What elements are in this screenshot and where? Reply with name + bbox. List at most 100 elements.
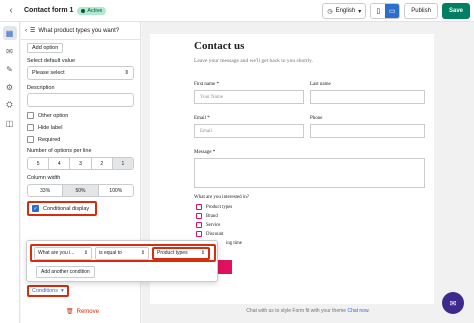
option-checkbox[interactable]: [196, 204, 202, 210]
message-label: Message *: [194, 150, 216, 155]
option-checkbox[interactable]: [196, 222, 202, 228]
chat-now-link[interactable]: Chat now.: [347, 308, 369, 314]
status-dot-icon: [81, 8, 86, 13]
brush-icon[interactable]: ✎: [3, 62, 17, 76]
remove-button[interactable]: 🗑 Remove: [66, 308, 99, 316]
options-per-line-group: 5 4 3 2 1: [27, 157, 134, 170]
status-badge: Active: [77, 6, 107, 15]
condition-row: What are you i... ⇕ is equal to ⇕ Produc…: [30, 244, 216, 262]
chevron-down-icon: ▾: [358, 8, 362, 15]
status-badge-label: Active: [87, 7, 103, 14]
hide-label-row[interactable]: Hide label: [27, 124, 134, 131]
other-option-checkbox[interactable]: [27, 112, 34, 119]
save-button[interactable]: Save: [441, 3, 470, 19]
app-icon[interactable]: ◫: [3, 116, 17, 130]
options-per-line-3[interactable]: 3: [70, 158, 92, 169]
options-per-line-5[interactable]: 5: [28, 158, 50, 169]
column-width-label: Column width: [27, 175, 61, 181]
publish-button[interactable]: Publish: [404, 3, 438, 19]
email-input[interactable]: Email: [194, 124, 304, 138]
column-width-100[interactable]: 100%: [99, 185, 133, 196]
partial-option-label: ing time: [226, 241, 242, 246]
last-name-label: Last name: [310, 82, 331, 87]
column-width-group: 33% 50% 100%: [27, 184, 134, 197]
conditions-dropdown[interactable]: Conditions ▾: [27, 285, 69, 297]
option-checkbox[interactable]: [196, 231, 202, 237]
interest-option-label: Service: [206, 222, 221, 228]
phone-label: Phone: [310, 116, 323, 121]
field-type-icon: ☰: [30, 28, 36, 34]
chevron-updown-icon: ⇕: [200, 250, 205, 256]
condition-field-text: What are you i...: [38, 250, 75, 256]
chevron-left-icon[interactable]: ‹: [25, 28, 27, 34]
mobile-view-icon[interactable]: ▯: [371, 4, 386, 18]
condition-field-select[interactable]: What are you i... ⇕: [34, 246, 92, 260]
description-label: Description: [27, 85, 55, 91]
device-toggle: ▯ ▭: [370, 3, 401, 19]
top-bar: ‹ Contact form 1 Active ◷ English ▾ ▯ ▭ …: [0, 0, 474, 22]
form-icon[interactable]: ▦: [2, 26, 17, 40]
gear-icon[interactable]: ⛭: [3, 98, 17, 112]
conditional-display-row[interactable]: ✓ Conditional display: [27, 201, 97, 216]
integration-icon[interactable]: ⚙: [3, 80, 17, 94]
default-value-select[interactable]: Please select ⇕: [27, 66, 134, 80]
chevron-left-icon[interactable]: ‹: [4, 4, 18, 18]
condition-value-select[interactable]: Product types ⇕: [152, 246, 210, 260]
inbox-icon[interactable]: ✉: [3, 44, 17, 58]
footer-note: Chat with us to style Form fit with your…: [142, 308, 474, 314]
required-row[interactable]: Required: [27, 136, 134, 143]
chat-bubble-icon[interactable]: ✉: [442, 292, 464, 314]
column-width-33[interactable]: 33%: [28, 185, 64, 196]
interest-option[interactable]: Product types: [196, 204, 232, 210]
default-value-label: Select default value: [27, 58, 76, 64]
hide-label-checkbox[interactable]: [27, 124, 34, 131]
interest-option-label: Product types: [206, 204, 233, 210]
preview-title: Contact us: [194, 40, 245, 52]
phone-input[interactable]: [310, 124, 425, 138]
description-input[interactable]: [27, 93, 134, 107]
last-name-input[interactable]: [310, 90, 425, 104]
column-width-50[interactable]: 50%: [63, 185, 99, 196]
desktop-view-icon[interactable]: ▭: [385, 4, 400, 18]
condition-operator-text: is equal to: [99, 250, 122, 256]
add-option-button[interactable]: Add option: [27, 43, 64, 53]
other-option-label: Other option: [38, 112, 69, 119]
other-option-row[interactable]: Other option: [27, 112, 134, 119]
chevron-down-icon: ▾: [61, 288, 64, 294]
interest-option-label: Discount: [206, 231, 224, 237]
form-title: Contact form 1: [24, 7, 74, 14]
panel-header: ‹ ☰ What product types you want?: [21, 22, 140, 40]
conditional-display-checkbox[interactable]: ✓: [32, 205, 39, 212]
left-rail: ▦ ✉ ✎ ⚙ ⛭ ◫: [0, 22, 20, 323]
hide-label-label: Hide label: [38, 124, 63, 131]
footer-note-text: Chat with us to style Form fit with your…: [246, 308, 347, 314]
interest-option[interactable]: Discount: [196, 231, 223, 237]
interest-option[interactable]: Service: [196, 222, 220, 228]
language-select[interactable]: ◷ English ▾: [322, 3, 367, 19]
panel-header-label: What product types you want?: [38, 27, 120, 34]
options-per-line-1[interactable]: 1: [112, 158, 133, 169]
trash-icon: 🗑: [66, 309, 74, 315]
globe-icon: ◷: [327, 8, 333, 15]
options-per-line-4[interactable]: 4: [49, 158, 71, 169]
app-root: ‹ Contact form 1 Active ◷ English ▾ ▯ ▭ …: [0, 0, 474, 323]
option-checkbox[interactable]: [196, 213, 202, 219]
default-value-text: Please select: [32, 70, 65, 76]
partial-option: ing time: [226, 241, 242, 246]
condition-operator-select[interactable]: is equal to ⇕: [95, 246, 149, 260]
email-label: Email *: [194, 116, 210, 121]
options-per-line-2[interactable]: 2: [92, 158, 113, 169]
condition-popover: What are you i... ⇕ is equal to ⇕ Produc…: [26, 240, 218, 282]
first-name-label: First name *: [194, 82, 219, 87]
required-label: Required: [38, 136, 61, 143]
chevron-updown-icon: ⇕: [83, 250, 88, 256]
message-textarea[interactable]: [194, 158, 425, 188]
chevron-updown-icon: ⇕: [140, 250, 145, 256]
add-condition-button[interactable]: Add another condition: [36, 266, 95, 278]
required-checkbox[interactable]: [27, 136, 34, 143]
interest-option[interactable]: Brand: [196, 213, 218, 219]
first-name-input[interactable]: Your Name: [194, 90, 304, 104]
options-per-line-label: Number of options per line: [27, 148, 92, 154]
panel-body: Add option Select default value Please s…: [21, 40, 140, 219]
interest-label: What are you interested in?: [194, 195, 249, 200]
